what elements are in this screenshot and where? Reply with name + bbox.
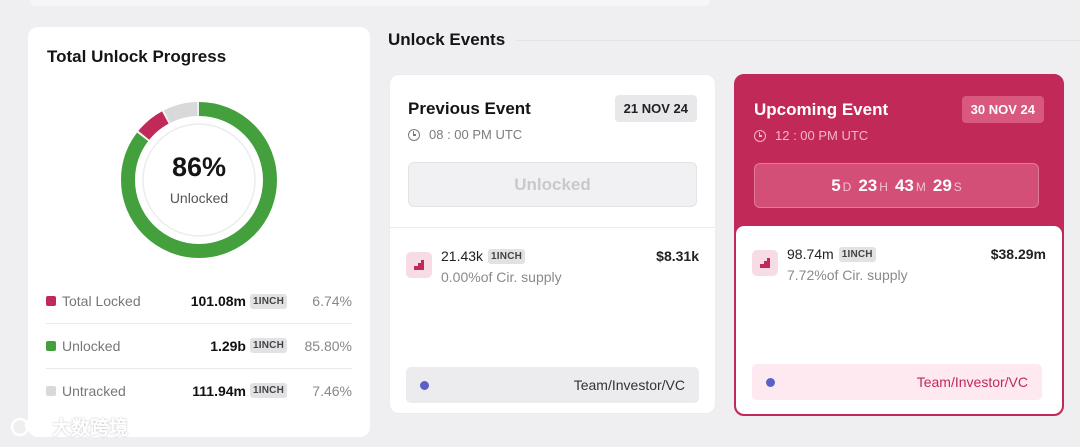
unlocked-status-label: Unlocked <box>514 174 591 194</box>
legend-percent: 85.80% <box>304 337 352 354</box>
donut-center: 86% Unlocked <box>119 100 279 260</box>
legend-row-unlocked: Unlocked 1.29b 1INCH 85.80% <box>46 323 352 367</box>
previous-event-title: Previous Event <box>408 99 531 118</box>
progress-title: Total Unlock Progress <box>47 47 227 66</box>
top-bar-edge <box>30 0 710 6</box>
upcoming-event-supply: 7.72%of Cir. supply <box>787 267 908 283</box>
previous-event-card[interactable]: Previous Event 21 NOV 24 08 : 00 PM UTC … <box>389 74 716 414</box>
unlocked-status-button[interactable]: Unlocked <box>408 162 697 207</box>
upcoming-event-header: Upcoming Event 30 NOV 24 12 : 00 PM UTC … <box>736 76 1062 226</box>
clock-icon <box>408 128 420 141</box>
section-divider <box>516 40 1080 41</box>
legend-name: Untracked <box>62 382 126 399</box>
token-badge: 1INCH <box>488 248 526 264</box>
upcoming-event-time: 12 : 00 PM UTC <box>754 128 868 143</box>
countdown-days-unit: D <box>842 179 852 194</box>
upcoming-event-category[interactable]: Team/Investor/VC <box>752 364 1042 400</box>
category-dot-icon <box>420 380 429 390</box>
token-badge: 1INCH <box>250 293 288 309</box>
unlock-step-icon <box>752 250 778 276</box>
previous-event-category[interactable]: Team/Investor/VC <box>406 367 699 403</box>
previous-event-amount-row: 21.43k 1INCH <box>441 248 526 264</box>
countdown-hours: 23 <box>858 175 878 195</box>
countdown-seconds: 29 <box>932 175 952 195</box>
legend-name: Total Locked <box>62 293 141 309</box>
untracked-swatch <box>46 385 56 396</box>
upcoming-event-details: 98.74m 1INCH $38.29m 7.72%of Cir. supply… <box>736 226 1062 414</box>
upcoming-event-amount: 98.74m <box>787 246 834 262</box>
upcoming-event-card[interactable]: Upcoming Event 30 NOV 24 12 : 00 PM UTC … <box>734 74 1064 416</box>
unlock-step-icon <box>406 252 432 278</box>
upcoming-event-amount-row: 98.74m 1INCH <box>787 246 876 262</box>
countdown-days: 5 <box>831 175 841 195</box>
unlocked-swatch <box>46 340 56 351</box>
unlocked-percent: 86% <box>171 152 227 182</box>
legend-row-untracked: Untracked 111.94m 1INCH 7.46% <box>46 368 352 412</box>
legend-amount: 111.94m <box>192 382 246 399</box>
legend-name: Unlocked <box>62 337 121 354</box>
upcoming-event-date: 30 NOV 24 <box>961 96 1044 123</box>
previous-event-date: 21 NOV 24 <box>614 95 697 122</box>
legend-row-total-locked: Total Locked 101.08m 1INCH 6.74% <box>46 279 352 323</box>
previous-event-supply: 0.00%of Cir. supply <box>441 269 562 285</box>
previous-event-amount: 21.43k <box>441 248 484 264</box>
countdown-timer: 5 D 23 H 43 M 29 S <box>754 163 1039 208</box>
upcoming-event-usd: $38.29m <box>990 246 1046 262</box>
unlock-events-title: Unlock Events <box>388 30 506 49</box>
token-badge: 1INCH <box>250 383 288 398</box>
unlock-progress-card: Total Unlock Progress 86% Unlocked Total… <box>28 27 370 437</box>
legend-amount: 1.29b <box>210 337 246 354</box>
category-label: Team/Investor/VC <box>916 374 1028 390</box>
previous-event-time: 08 : 00 PM UTC <box>408 127 522 142</box>
upcoming-event-title: Upcoming Event <box>754 100 889 119</box>
watermark: 大数跨境 <box>10 413 128 440</box>
legend-percent: 6.74% <box>312 293 352 309</box>
countdown-seconds-unit: S <box>953 179 962 194</box>
watermark-logo-icon <box>10 417 46 436</box>
clock-icon <box>754 129 766 142</box>
previous-event-details: 21.43k 1INCH $8.31k 0.00%of Cir. supply … <box>390 227 715 413</box>
watermark-text: 大数跨境 <box>52 418 129 439</box>
category-label: Team/Investor/VC <box>573 377 685 393</box>
token-badge: 1INCH <box>250 338 288 353</box>
countdown-hours-unit: H <box>879 179 888 194</box>
countdown-minutes: 43 <box>894 175 914 195</box>
upcoming-event-time-text: 12 : 00 PM UTC <box>775 128 869 143</box>
category-dot-icon <box>766 377 775 387</box>
countdown-minutes-unit: M <box>915 179 926 194</box>
previous-event-usd: $8.31k <box>656 248 699 264</box>
previous-event-time-text: 08 : 00 PM UTC <box>429 127 523 142</box>
legend-percent: 7.46% <box>312 382 352 399</box>
legend-amount: 101.08m <box>190 293 246 309</box>
unlocked-percent-label: Unlocked <box>169 190 229 206</box>
token-badge: 1INCH <box>838 246 876 262</box>
total-locked-swatch <box>46 296 56 306</box>
previous-event-header: Previous Event 21 NOV 24 08 : 00 PM UTC … <box>390 75 715 225</box>
